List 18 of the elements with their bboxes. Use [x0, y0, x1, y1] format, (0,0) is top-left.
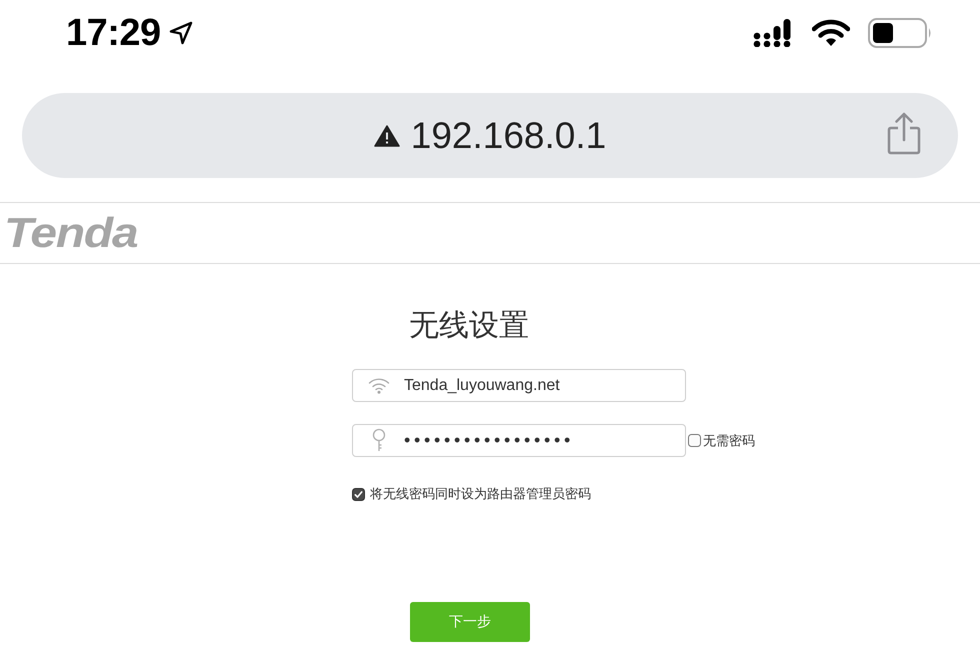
- page-title: 无线设置: [409, 308, 529, 344]
- address-bar[interactable]: 192.168.0.1: [22, 93, 958, 178]
- share-icon: [887, 111, 921, 155]
- wifi-icon: [368, 377, 390, 394]
- status-time: 17:29: [66, 12, 161, 54]
- checkbox[interactable]: [352, 488, 365, 500]
- checkbox-label[interactable]: 无需密码: [703, 432, 755, 450]
- checkbox[interactable]: [688, 434, 701, 447]
- share-button[interactable]: [886, 110, 922, 156]
- url-text: 192.168.0.1: [410, 114, 606, 156]
- wifi-signal-icon: [812, 19, 850, 47]
- ssid-field[interactable]: Tenda_luyouwang.net: [352, 369, 686, 402]
- checkbox-label[interactable]: 将无线密码同时设为路由器管理员密码: [370, 485, 591, 503]
- warning-icon: [374, 124, 400, 146]
- brand-logo: Tenda: [4, 209, 138, 257]
- location-arrow-icon: [168, 21, 193, 45]
- password-field[interactable]: •••••••••••••••••: [352, 424, 686, 457]
- battery-icon: [868, 18, 932, 48]
